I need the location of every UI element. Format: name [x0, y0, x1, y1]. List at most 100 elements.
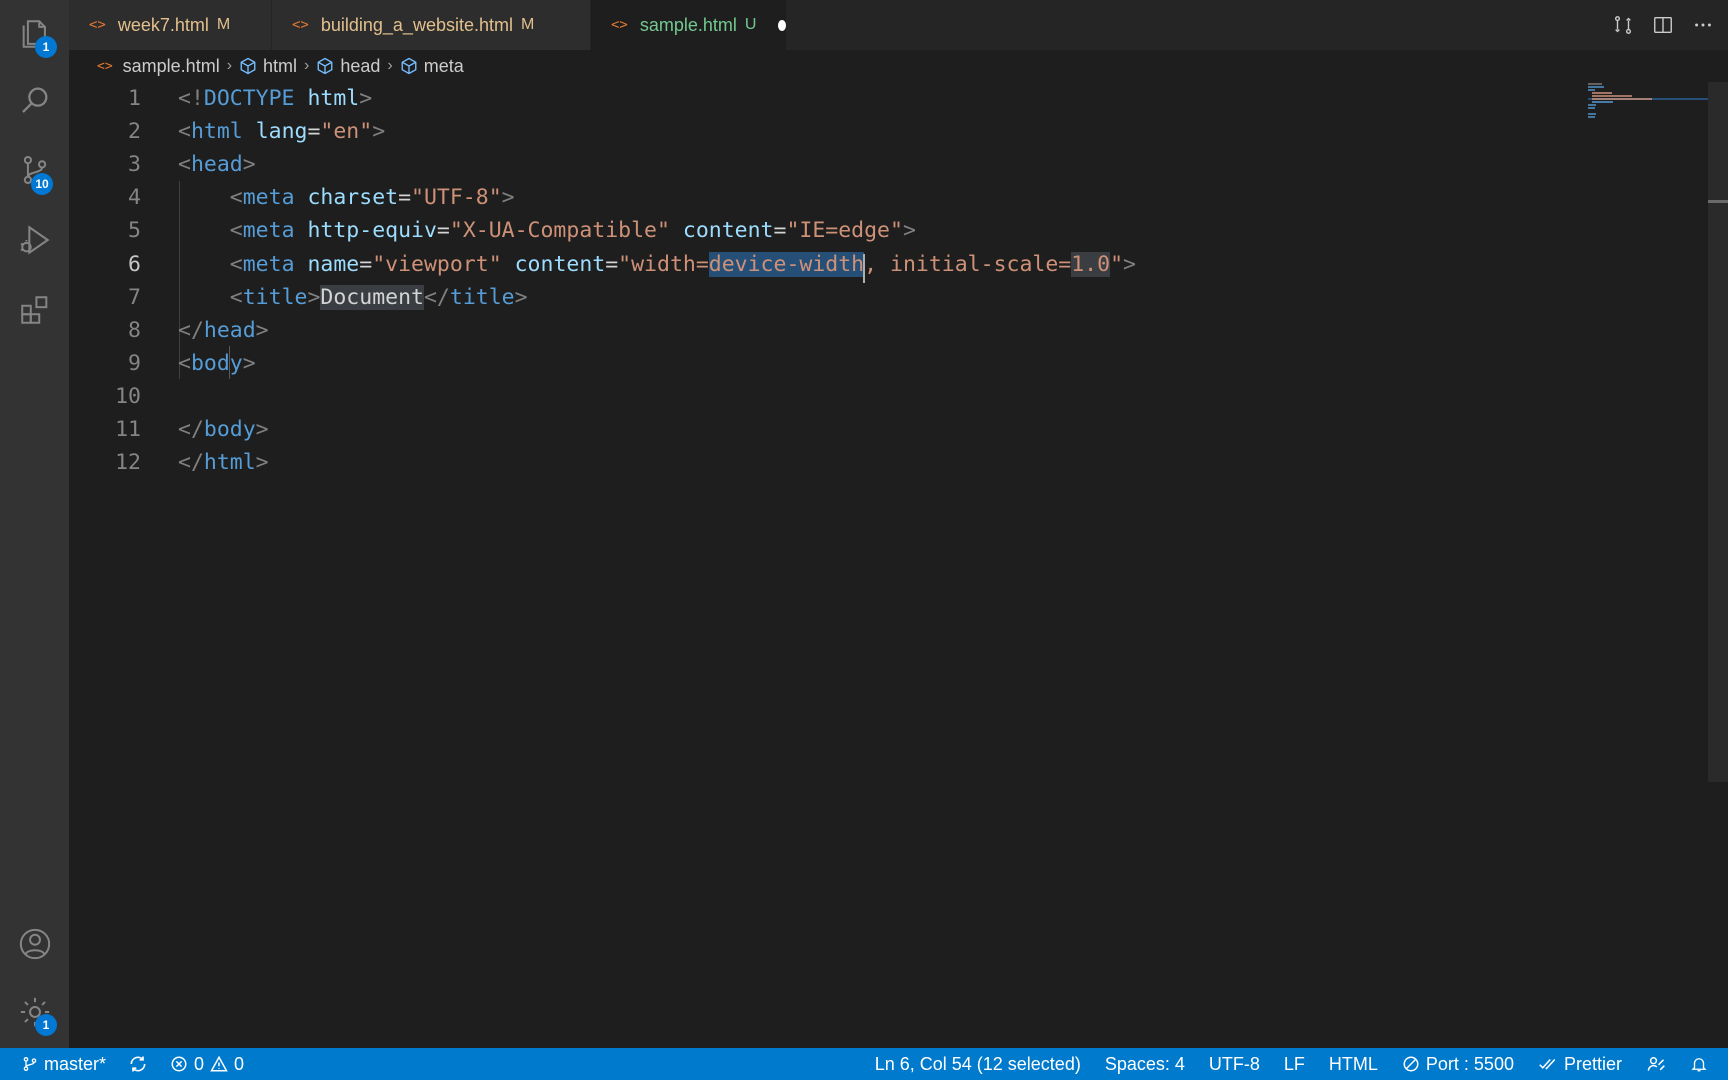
tab-week7[interactable]: <> week7.html M: [69, 0, 272, 50]
vertical-scrollbar[interactable]: [1708, 82, 1728, 782]
breadcrumb-html[interactable]: html: [239, 56, 297, 77]
extensions-icon: [20, 296, 47, 324]
code-line[interactable]: <head>: [178, 148, 256, 181]
code-editor[interactable]: 1 <!DOCTYPE html> 2 <html lang="en"> 3 <head>…: [69, 82, 1728, 1048]
open-changes-button[interactable]: [1612, 14, 1634, 36]
breadcrumb: <> sample.html › html › head › meta: [69, 50, 1728, 82]
language-mode[interactable]: HTML: [1329, 1054, 1378, 1075]
minimap[interactable]: [1588, 82, 1708, 122]
code-line[interactable]: <html lang="en">: [178, 115, 385, 148]
code-token: http-equiv: [307, 218, 437, 244]
breadcrumb-label: html: [263, 55, 298, 76]
code-token: =: [605, 251, 619, 277]
breadcrumb-label: sample.html: [122, 55, 220, 76]
end-of-line[interactable]: LF: [1284, 1054, 1305, 1075]
code-token: "X-UA-Compatible": [449, 218, 670, 244]
code-line[interactable]: <!DOCTYPE html>: [178, 82, 372, 115]
breadcrumb-head[interactable]: head: [316, 56, 380, 77]
element-cube-icon: [316, 57, 334, 75]
line-number: 7: [128, 284, 141, 310]
split-editor-button[interactable]: [1652, 14, 1674, 36]
code-line[interactable]: <meta name="viewport" content="width=dev…: [178, 248, 1136, 283]
account-icon: [19, 928, 50, 960]
code-token: >: [255, 317, 269, 343]
code-token: >: [255, 417, 269, 442]
line-number: 8: [128, 317, 141, 343]
code-line[interactable]: <meta http-equiv="X-UA-Compatible" conte…: [178, 214, 916, 247]
code-token: html: [307, 86, 360, 111]
live-server-button[interactable]: Port : 5500: [1402, 1054, 1514, 1075]
code-token: >: [514, 284, 528, 310]
extensions-button[interactable]: [0, 278, 69, 342]
code-token: content: [682, 218, 774, 244]
breadcrumb-meta[interactable]: meta: [400, 56, 464, 77]
code-line[interactable]: </body>: [178, 413, 269, 446]
code-token: 1.0: [1071, 251, 1111, 277]
code-token: =: [773, 218, 787, 244]
code-token: name: [307, 251, 360, 277]
run-debug-icon: [20, 225, 49, 255]
code-token: "viewport": [372, 251, 502, 277]
bell-icon: [1691, 1058, 1707, 1072]
code-line[interactable]: </head>: [178, 314, 269, 347]
notifications-button[interactable]: [1690, 1054, 1708, 1074]
accounts-button[interactable]: [0, 912, 69, 976]
line-number: 1: [128, 86, 141, 111]
sync-button[interactable]: [128, 1054, 148, 1074]
chevron-right-icon: ›: [226, 57, 233, 74]
code-token: </: [423, 284, 450, 310]
warning-count: 0: [234, 1053, 245, 1074]
explorer-button[interactable]: 1: [0, 2, 69, 66]
element-cube-icon: [400, 57, 418, 75]
code-line[interactable]: <body>: [178, 347, 256, 380]
code-token: , initial-scale=: [864, 251, 1072, 277]
tab-building-a-website[interactable]: <> building_a_website.html M: [272, 0, 591, 50]
git-branch-button[interactable]: master*: [22, 1054, 106, 1075]
run-debug-button[interactable]: [0, 208, 69, 272]
code-token: >: [359, 86, 373, 111]
indentation[interactable]: Spaces: 4: [1105, 1054, 1185, 1075]
tab-git-status: M: [216, 16, 231, 33]
code-token: body: [190, 350, 243, 376]
minimap-preview: [1588, 83, 1708, 118]
code-token: body: [203, 417, 256, 442]
encoding[interactable]: UTF-8: [1209, 1054, 1260, 1075]
code-token: >: [242, 350, 256, 376]
cursor-position[interactable]: Ln 6, Col 54 (12 selected): [875, 1054, 1081, 1075]
breadcrumb-file[interactable]: <> sample.html: [97, 56, 220, 77]
manage-button[interactable]: 1: [0, 980, 69, 1044]
code-token: meta: [242, 185, 295, 211]
html-file-icon: <>: [89, 17, 106, 33]
selected-text: device-width: [708, 251, 866, 283]
problems-button[interactable]: 0 0: [170, 1054, 244, 1075]
tab-label: week7.html: [117, 14, 209, 35]
code-token: >: [242, 152, 256, 178]
code-line[interactable]: <title>Document</title>: [178, 281, 528, 314]
source-control-button[interactable]: 10: [0, 138, 69, 202]
live-server-label: Port : 5500: [1425, 1053, 1514, 1074]
code-line[interactable]: <meta charset="UTF-8">: [178, 181, 515, 214]
code-token: head: [190, 152, 243, 178]
code-token: title: [242, 284, 308, 310]
code-token: "width=: [618, 251, 709, 277]
code-token: DOCTYPE: [203, 86, 295, 111]
explorer-badge: 1: [35, 36, 57, 58]
manage-badge: 1: [35, 1014, 57, 1036]
prettier-button[interactable]: Prettier: [1538, 1054, 1622, 1075]
code-token: <!: [178, 86, 204, 111]
code-line[interactable]: </html>: [178, 446, 269, 479]
compare-changes-icon: [1614, 16, 1632, 34]
branch-name: master*: [44, 1053, 107, 1074]
unsaved-dot-icon[interactable]: [778, 19, 786, 31]
tab-sample[interactable]: <> sample.html U: [591, 0, 787, 50]
code-token: </: [178, 450, 204, 476]
feedback-button[interactable]: [1646, 1054, 1666, 1074]
code-token: content: [514, 251, 606, 277]
warning-icon: [210, 1055, 228, 1072]
more-actions-button[interactable]: [1692, 14, 1714, 36]
code-token: =: [359, 251, 373, 277]
search-button[interactable]: [0, 68, 69, 132]
